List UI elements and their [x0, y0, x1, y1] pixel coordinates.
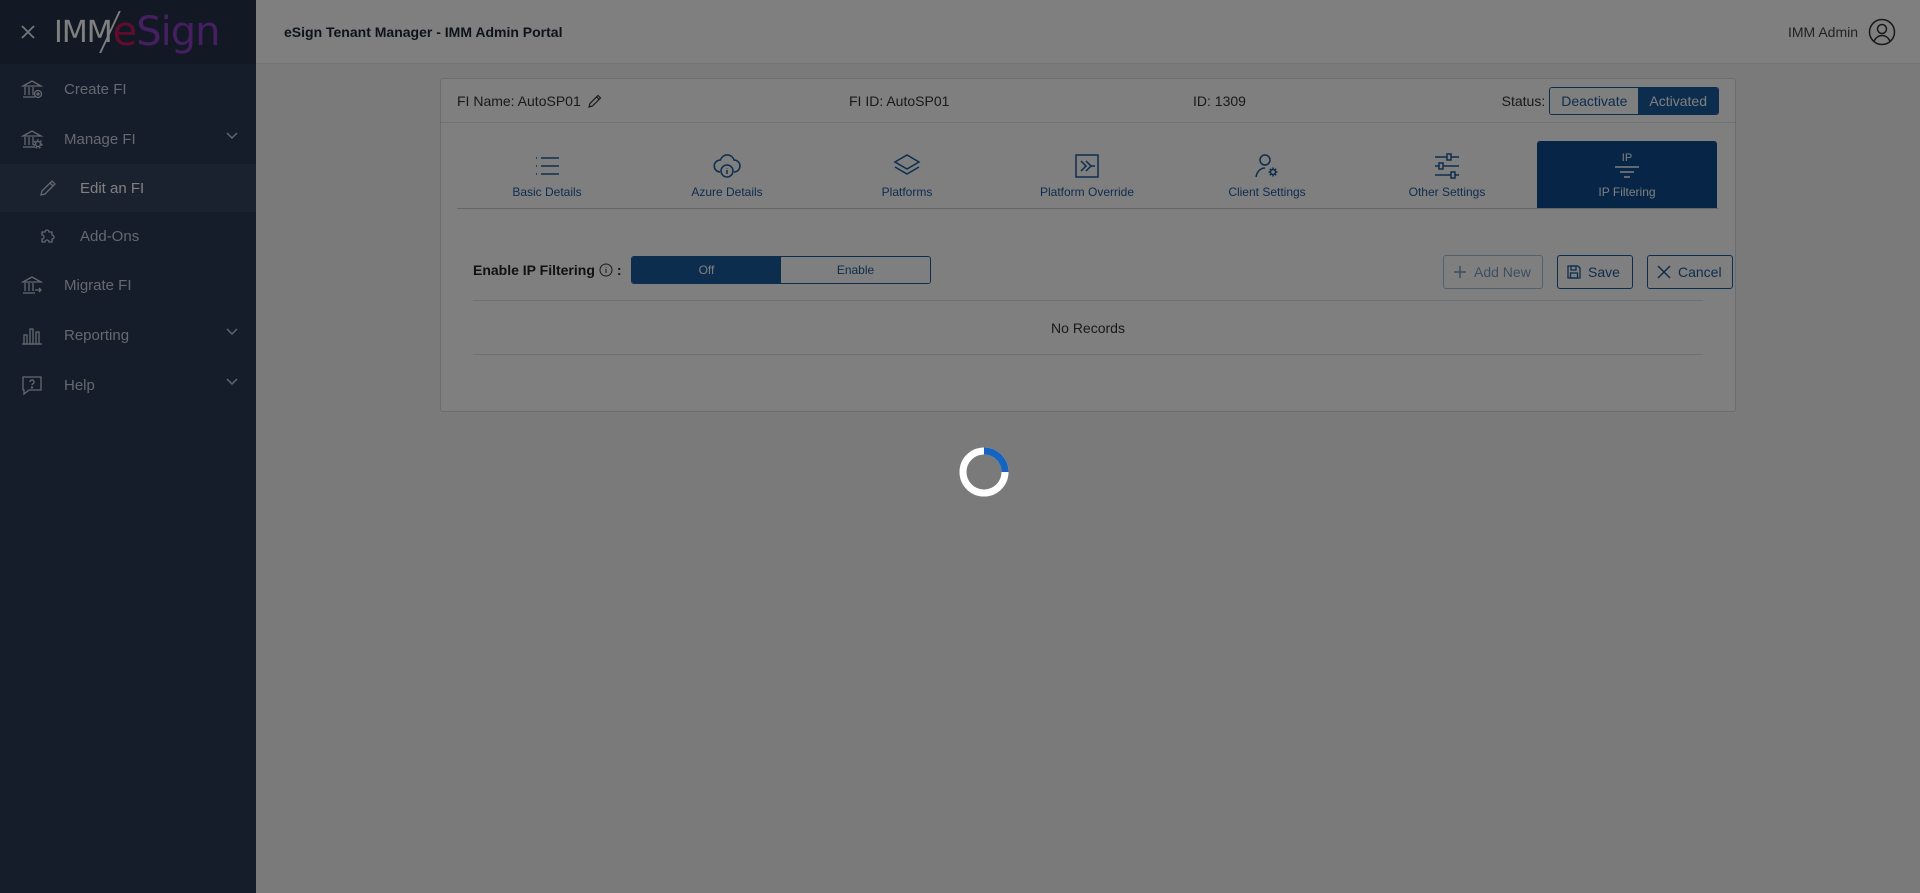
loading-spinner-icon — [959, 447, 1009, 497]
